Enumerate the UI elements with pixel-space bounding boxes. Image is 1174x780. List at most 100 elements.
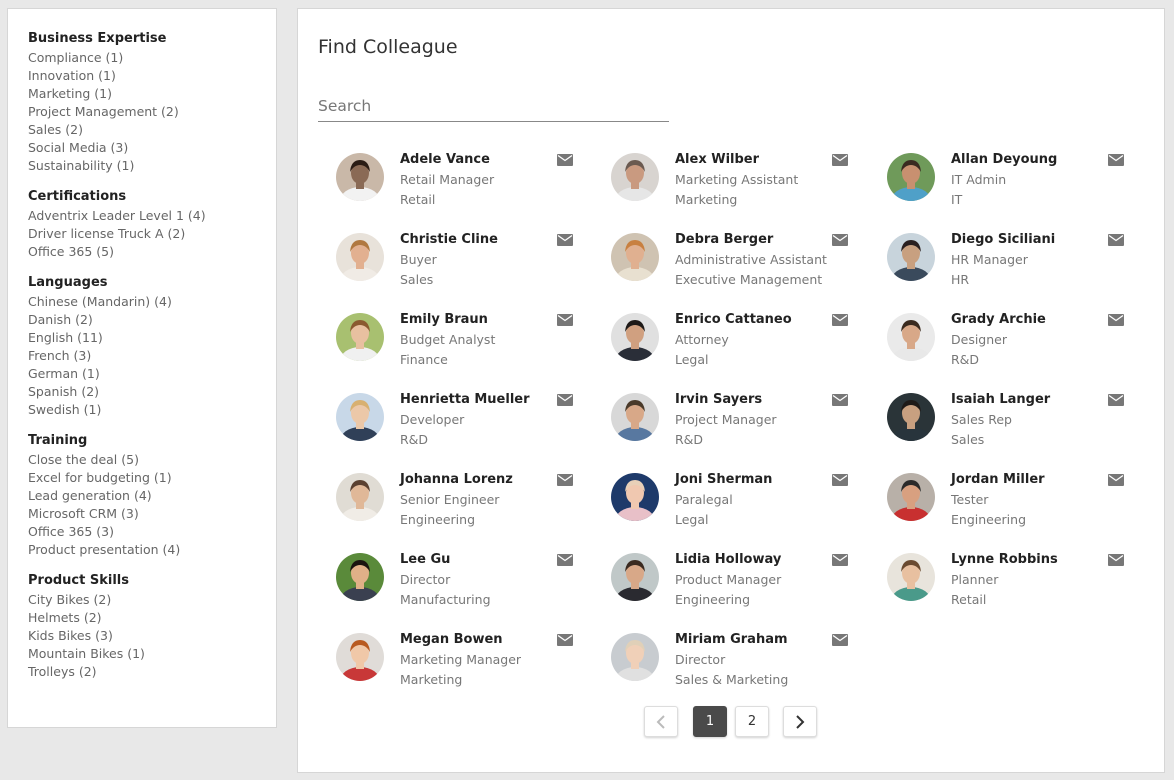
facet-item[interactable]: Danish (2) [28,311,276,329]
facet-item[interactable]: Mountain Bikes (1) [28,645,276,663]
avatar[interactable] [336,313,384,361]
person-card[interactable]: Grady Archie Designer R&D [887,311,1147,381]
facet-item[interactable]: German (1) [28,365,276,383]
facet-item[interactable]: English (11) [28,329,276,347]
person-name[interactable]: Johanna Lorenz [400,471,513,489]
mail-icon[interactable] [832,233,848,246]
person-name[interactable]: Alex Wilber [675,151,759,169]
facet-item[interactable]: Spanish (2) [28,383,276,401]
facet-item[interactable]: Adventrix Leader Level 1 (4) [28,207,276,225]
person-name[interactable]: Lidia Holloway [675,551,781,569]
person-name[interactable]: Irvin Sayers [675,391,762,409]
facet-item[interactable]: French (3) [28,347,276,365]
avatar[interactable] [887,153,935,201]
person-card[interactable]: Emily Braun Budget Analyst Finance [336,311,596,381]
facet-item[interactable]: Driver license Truck A (2) [28,225,276,243]
person-name[interactable]: Joni Sherman [675,471,772,489]
mail-icon[interactable] [557,233,573,246]
person-name[interactable]: Jordan Miller [951,471,1045,489]
mail-icon[interactable] [1108,313,1124,326]
mail-icon[interactable] [557,153,573,166]
facet-item[interactable]: Product presentation (4) [28,541,276,559]
mail-icon[interactable] [1108,393,1124,406]
avatar[interactable] [336,553,384,601]
person-card[interactable]: Irvin Sayers Project Manager R&D [611,391,871,461]
facet-item[interactable]: Marketing (1) [28,85,276,103]
avatar[interactable] [336,473,384,521]
person-name[interactable]: Enrico Cattaneo [675,311,792,329]
person-card[interactable]: Johanna Lorenz Senior Engineer Engineering [336,471,596,541]
pager-next-button[interactable] [783,706,817,737]
person-card[interactable]: Joni Sherman Paralegal Legal [611,471,871,541]
facet-item[interactable]: Sales (2) [28,121,276,139]
mail-icon[interactable] [832,153,848,166]
avatar[interactable] [887,233,935,281]
facet-item[interactable]: Helmets (2) [28,609,276,627]
facet-item[interactable]: Project Management (2) [28,103,276,121]
person-name[interactable]: Adele Vance [400,151,490,169]
mail-icon[interactable] [557,393,573,406]
facet-item[interactable]: Office 365 (3) [28,523,276,541]
avatar[interactable] [611,233,659,281]
facet-item[interactable]: Swedish (1) [28,401,276,419]
facet-item[interactable]: Trolleys (2) [28,663,276,681]
avatar[interactable] [611,553,659,601]
avatar[interactable] [887,393,935,441]
facet-item[interactable]: Social Media (3) [28,139,276,157]
mail-icon[interactable] [1108,473,1124,486]
mail-icon[interactable] [557,473,573,486]
facet-item[interactable]: Excel for budgeting (1) [28,469,276,487]
avatar[interactable] [336,233,384,281]
mail-icon[interactable] [832,473,848,486]
person-card[interactable]: Christie Cline Buyer Sales [336,231,596,301]
mail-icon[interactable] [557,313,573,326]
person-card[interactable]: Lynne Robbins Planner Retail [887,551,1147,621]
facet-item[interactable]: Office 365 (5) [28,243,276,261]
avatar[interactable] [611,473,659,521]
mail-icon[interactable] [832,553,848,566]
avatar[interactable] [336,393,384,441]
avatar[interactable] [611,393,659,441]
facet-item[interactable]: Lead generation (4) [28,487,276,505]
person-card[interactable]: Lee Gu Director Manufacturing [336,551,596,621]
avatar[interactable] [611,313,659,361]
facet-item[interactable]: Compliance (1) [28,49,276,67]
facet-item[interactable]: Close the deal (5) [28,451,276,469]
person-card[interactable]: Henrietta Mueller Developer R&D [336,391,596,461]
facet-item[interactable]: Microsoft CRM (3) [28,505,276,523]
mail-icon[interactable] [832,633,848,646]
pager-prev-button[interactable] [644,706,678,737]
mail-icon[interactable] [832,313,848,326]
avatar[interactable] [336,633,384,681]
avatar[interactable] [887,313,935,361]
facet-item[interactable]: Sustainability (1) [28,157,276,175]
person-name[interactable]: Henrietta Mueller [400,391,530,409]
person-name[interactable]: Grady Archie [951,311,1046,329]
mail-icon[interactable] [1108,153,1124,166]
person-name[interactable]: Megan Bowen [400,631,503,649]
person-name[interactable]: Isaiah Langer [951,391,1050,409]
person-name[interactable]: Miriam Graham [675,631,788,649]
person-card[interactable]: Diego Siciliani HR Manager HR [887,231,1147,301]
person-card[interactable]: Miriam Graham Director Sales & Marketing [611,631,871,701]
pager-page-2[interactable]: 2 [735,706,769,737]
search-input[interactable] [318,93,669,119]
facet-item[interactable]: City Bikes (2) [28,591,276,609]
person-card[interactable]: Adele Vance Retail Manager Retail [336,151,596,221]
mail-icon[interactable] [557,553,573,566]
person-name[interactable]: Debra Berger [675,231,773,249]
person-card[interactable]: Enrico Cattaneo Attorney Legal [611,311,871,381]
person-name[interactable]: Lee Gu [400,551,450,569]
person-card[interactable]: Alex Wilber Marketing Assistant Marketing [611,151,871,221]
mail-icon[interactable] [1108,233,1124,246]
avatar[interactable] [336,153,384,201]
person-name[interactable]: Christie Cline [400,231,498,249]
facet-item[interactable]: Innovation (1) [28,67,276,85]
facet-item[interactable]: Kids Bikes (3) [28,627,276,645]
avatar[interactable] [611,153,659,201]
avatar[interactable] [887,473,935,521]
person-card[interactable]: Debra Berger Administrative Assistant Exec… [611,231,871,301]
person-card[interactable]: Megan Bowen Marketing Manager Marketing [336,631,596,701]
mail-icon[interactable] [832,393,848,406]
person-name[interactable]: Diego Siciliani [951,231,1055,249]
